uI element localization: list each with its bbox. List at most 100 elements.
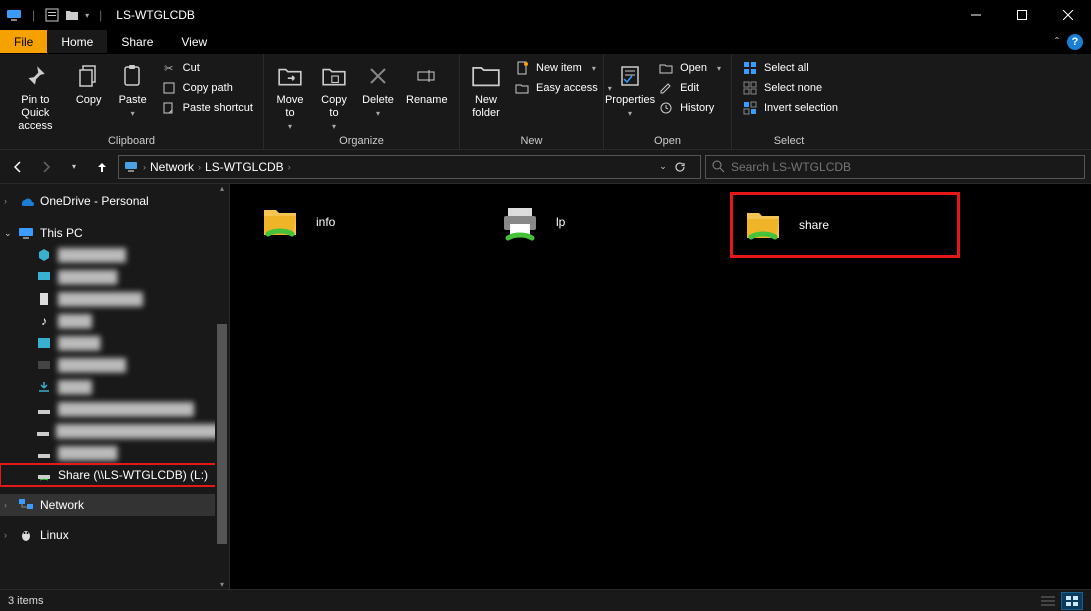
up-button[interactable] [90, 155, 114, 179]
delete-button[interactable]: Delete▾ [356, 56, 400, 120]
paste-shortcut-button[interactable]: Paste shortcut [155, 98, 259, 118]
tree-item-blurred[interactable]: ████ [0, 376, 229, 398]
item-label: info [316, 215, 335, 229]
qat-dropdown-icon[interactable]: ▾ [85, 11, 89, 20]
tab-view[interactable]: View [167, 30, 221, 53]
close-button[interactable] [1045, 0, 1091, 30]
qat-properties-icon[interactable] [45, 8, 59, 22]
item-info[interactable]: info [250, 192, 480, 252]
item-lp[interactable]: lp [490, 192, 720, 252]
tiles-view-button[interactable] [1061, 592, 1083, 610]
rename-button[interactable]: Rename [400, 56, 454, 107]
tree-item-blurred[interactable]: ████████████████████ [0, 420, 229, 442]
copy-button[interactable]: Copy [67, 56, 111, 107]
invert-selection-icon [742, 100, 758, 116]
properties-button[interactable]: Properties▾ [608, 56, 652, 120]
search-box[interactable] [705, 155, 1085, 179]
status-bar: 3 items [0, 589, 1091, 611]
qat-divider: | [28, 8, 39, 22]
new-folder-icon [470, 60, 502, 92]
documents-icon [36, 291, 52, 307]
recent-locations-button[interactable]: ▾ [62, 155, 86, 179]
cut-button[interactable]: ✂Cut [155, 58, 259, 78]
tree-label: Network [40, 498, 84, 512]
open-button[interactable]: Open▾ [652, 58, 727, 78]
ribbon-group-open: Properties▾ Open▾ Edit History Open [604, 54, 732, 149]
tree-item-blurred[interactable]: ████████████████ [0, 398, 229, 420]
help-icon[interactable]: ? [1067, 34, 1083, 50]
address-bar[interactable]: › Network › LS-WTGLCDB › ⌄ [118, 155, 701, 179]
crumb-sep-icon[interactable]: › [198, 162, 201, 172]
tab-file[interactable]: File [0, 30, 47, 53]
desktop-icon [36, 269, 52, 285]
tree-item-blurred[interactable]: ♪████ [0, 310, 229, 332]
app-icon [6, 7, 22, 23]
ribbon-tabs: File Home Share View ˆ ? [0, 30, 1091, 54]
downloads-icon [36, 379, 52, 395]
open-icon [658, 60, 674, 76]
edit-icon [658, 80, 674, 96]
new-item-button[interactable]: New item▾ [508, 58, 618, 78]
tree-item-blurred[interactable]: ████████ [0, 244, 229, 266]
search-input[interactable] [731, 160, 1078, 174]
chevron-right-icon[interactable]: › [4, 196, 7, 206]
crumb-sep-icon[interactable]: › [288, 162, 291, 172]
ribbon-group-new: New folder New item▾ Easy access▾ New [460, 54, 604, 149]
maximize-button[interactable] [999, 0, 1045, 30]
tree-item-blurred[interactable]: ██████████ [0, 288, 229, 310]
nav-pane[interactable]: › OneDrive - Personal ⌄ This PC ████████… [0, 184, 230, 589]
object3d-icon [36, 247, 52, 263]
tree-this-pc[interactable]: ⌄ This PC [0, 222, 229, 244]
new-item-icon [514, 60, 530, 76]
tree-item-blurred[interactable]: █████ [0, 332, 229, 354]
pin-quick-access-button[interactable]: Pin to Quick access [4, 56, 67, 133]
chevron-right-icon[interactable]: › [4, 530, 7, 540]
move-to-button[interactable]: Move to▾ [268, 56, 312, 133]
copy-path-button[interactable]: Copy path [155, 78, 259, 98]
select-all-button[interactable]: Select all [736, 58, 844, 78]
titlebar: | ▾ | LS-WTGLCDB [0, 0, 1091, 30]
minimize-button[interactable] [953, 0, 999, 30]
tree-share-drive[interactable]: Share (\\LS-WTGLCDB) (L:) [0, 464, 229, 486]
edit-button[interactable]: Edit [652, 78, 727, 98]
tree-item-blurred[interactable]: ███████ [0, 266, 229, 288]
copy-path-icon [161, 80, 177, 96]
details-view-button[interactable] [1037, 592, 1059, 610]
history-button[interactable]: History [652, 98, 727, 118]
tree-linux[interactable]: › Linux [0, 524, 229, 546]
share-folder-icon [739, 201, 787, 249]
chevron-down-icon[interactable]: ⌄ [4, 228, 12, 239]
breadcrumb-network[interactable]: Network [150, 160, 194, 174]
select-none-button[interactable]: Select none [736, 78, 844, 98]
copy-to-button[interactable]: Copy to▾ [312, 56, 356, 133]
back-button[interactable] [6, 155, 30, 179]
select-all-icon [742, 60, 758, 76]
refresh-button[interactable] [674, 161, 696, 173]
breadcrumb-node[interactable]: LS-WTGLCDB [205, 160, 284, 174]
forward-button[interactable] [34, 155, 58, 179]
easy-access-button[interactable]: Easy access▾ [508, 78, 618, 98]
chevron-right-icon[interactable]: › [4, 500, 7, 510]
new-folder-button[interactable]: New folder [464, 56, 508, 120]
drive-icon [36, 445, 52, 461]
qat-newfolder-icon[interactable] [65, 8, 79, 22]
tree-onedrive[interactable]: › OneDrive - Personal [0, 190, 229, 212]
item-share[interactable]: share [730, 192, 960, 258]
content-pane[interactable]: info lp share [230, 184, 1091, 589]
paste-icon [117, 60, 149, 92]
tree-network[interactable]: › Network [0, 494, 229, 516]
ribbon-collapse-icon[interactable]: ˆ [1055, 35, 1059, 49]
history-icon [658, 100, 674, 116]
tab-home[interactable]: Home [47, 30, 107, 53]
sidebar-scrollbar[interactable]: ▴ ▾ [215, 184, 229, 589]
network-icon [123, 159, 139, 175]
paste-button[interactable]: Paste ▾ [111, 56, 155, 120]
easy-access-icon [514, 80, 530, 96]
tree-item-blurred[interactable]: ████████ [0, 354, 229, 376]
tab-share[interactable]: Share [107, 30, 167, 53]
invert-selection-button[interactable]: Invert selection [736, 98, 844, 118]
address-dropdown-button[interactable]: ⌄ [652, 161, 674, 173]
crumb-sep-icon[interactable]: › [143, 162, 146, 172]
tree-item-blurred[interactable]: ███████ [0, 442, 229, 464]
group-label-organize: Organize [264, 135, 459, 149]
